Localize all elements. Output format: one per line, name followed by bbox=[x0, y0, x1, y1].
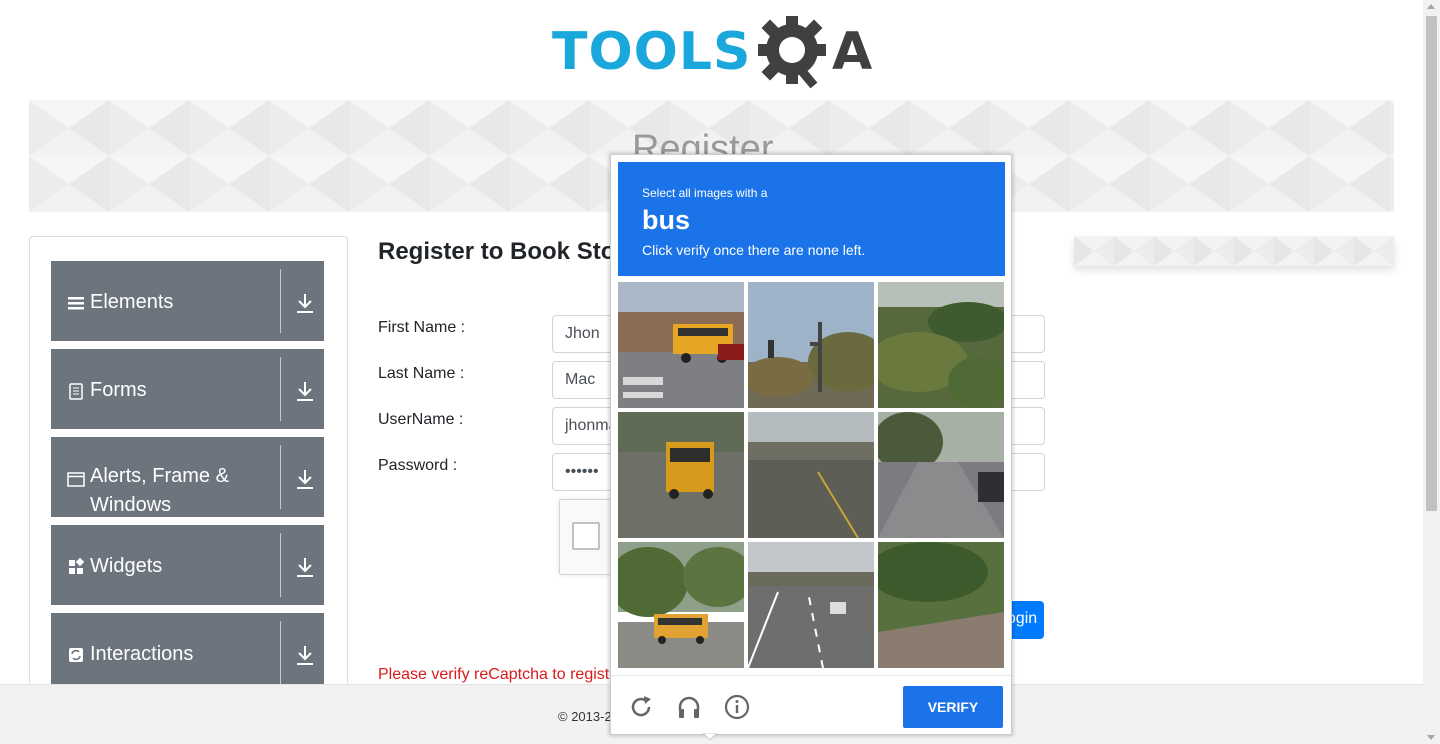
first-name-label: First Name : bbox=[378, 319, 466, 336]
sidebar-group-elements[interactable]: Elements bbox=[51, 261, 324, 341]
challenge-subtext: Click verify once there are none left. bbox=[642, 242, 866, 258]
popup-pointer-icon bbox=[703, 733, 717, 741]
scrollbar-thumb[interactable] bbox=[1426, 16, 1437, 511]
sidebar-group-label: Interactions bbox=[90, 643, 194, 665]
image-tile[interactable] bbox=[748, 542, 874, 668]
interactions-icon bbox=[69, 648, 83, 662]
tile-image-bushes bbox=[878, 282, 1004, 408]
divider bbox=[280, 445, 281, 509]
sidebar: Elements Forms Alerts, Frame & Windows W… bbox=[29, 236, 348, 706]
ad-banner bbox=[1074, 236, 1394, 266]
image-tile[interactable] bbox=[878, 542, 1004, 668]
challenge-footer: VERIFY bbox=[611, 675, 1011, 735]
page-scrollbar[interactable] bbox=[1423, 0, 1440, 744]
recaptcha-error-message: Please verify reCaptcha to register! bbox=[378, 666, 628, 683]
scroll-up-arrow-icon[interactable] bbox=[1427, 4, 1435, 9]
form-title: Register to Book Store bbox=[378, 238, 639, 265]
sidebar-group-forms[interactable]: Forms bbox=[51, 349, 324, 429]
tile-image-street bbox=[878, 412, 1004, 538]
last-name-label: Last Name : bbox=[378, 365, 465, 382]
image-tile[interactable] bbox=[748, 282, 874, 408]
image-tile[interactable] bbox=[878, 412, 1004, 538]
challenge-target: bus bbox=[642, 205, 691, 235]
image-tile[interactable] bbox=[618, 282, 744, 408]
download-icon[interactable] bbox=[295, 556, 315, 578]
reload-icon[interactable] bbox=[627, 693, 655, 721]
sidebar-group-label: Widgets bbox=[90, 555, 163, 577]
tile-image-overpass bbox=[748, 412, 874, 538]
challenge-instruction: Select all images with a bbox=[642, 186, 768, 200]
sidebar-group-alerts-frame-windows[interactable]: Alerts, Frame & Windows bbox=[51, 437, 324, 517]
tile-image-bus-rear bbox=[618, 412, 744, 538]
challenge-image-grid bbox=[618, 282, 1005, 669]
verify-button[interactable]: VERIFY bbox=[903, 686, 1003, 728]
sidebar-group-label: Alerts, Frame & Windows bbox=[90, 465, 229, 516]
sidebar-group-widgets[interactable]: Widgets bbox=[51, 525, 324, 605]
info-icon[interactable] bbox=[723, 693, 751, 721]
sidebar-group-label: Elements bbox=[90, 291, 174, 313]
divider bbox=[280, 269, 281, 333]
divider bbox=[280, 621, 281, 685]
tile-image-grass bbox=[878, 542, 1004, 668]
password-label: Password : bbox=[378, 457, 458, 474]
sidebar-group-interactions[interactable]: Interactions bbox=[51, 613, 324, 693]
sidebar-group-label: Forms bbox=[90, 379, 147, 401]
scroll-down-arrow-icon[interactable] bbox=[1427, 735, 1435, 740]
logo-text-a: A bbox=[832, 22, 873, 82]
ad-pattern bbox=[1074, 236, 1394, 266]
window-icon bbox=[67, 472, 85, 487]
widgets-icon bbox=[69, 558, 85, 574]
gear-logo-icon bbox=[758, 16, 826, 89]
tile-image-traffic-light bbox=[748, 282, 874, 408]
challenge-header: Select all images with a bus Click verif… bbox=[618, 162, 1005, 276]
image-tile[interactable] bbox=[618, 412, 744, 538]
image-tile[interactable] bbox=[748, 412, 874, 538]
recaptcha-challenge-dialog: Select all images with a bus Click verif… bbox=[610, 154, 1012, 741]
logo-text-tools: TOOLS bbox=[552, 22, 752, 82]
audio-icon[interactable] bbox=[675, 693, 703, 721]
divider bbox=[280, 533, 281, 597]
download-icon[interactable] bbox=[295, 380, 315, 402]
image-tile[interactable] bbox=[618, 542, 744, 668]
hamburger-icon bbox=[68, 297, 84, 310]
tile-image-highway bbox=[748, 542, 874, 668]
tile-image-bus-road bbox=[618, 542, 744, 668]
tile-image-bus-crosswalk bbox=[618, 282, 744, 408]
image-tile[interactable] bbox=[878, 282, 1004, 408]
download-icon[interactable] bbox=[295, 292, 315, 314]
download-icon[interactable] bbox=[295, 644, 315, 666]
username-label: UserName : bbox=[378, 411, 464, 428]
download-icon[interactable] bbox=[295, 468, 315, 490]
divider bbox=[280, 357, 281, 421]
recaptcha-checkbox[interactable] bbox=[572, 522, 600, 550]
document-icon bbox=[69, 383, 83, 400]
toolsqa-logo[interactable]: TOOLS A bbox=[552, 14, 876, 92]
